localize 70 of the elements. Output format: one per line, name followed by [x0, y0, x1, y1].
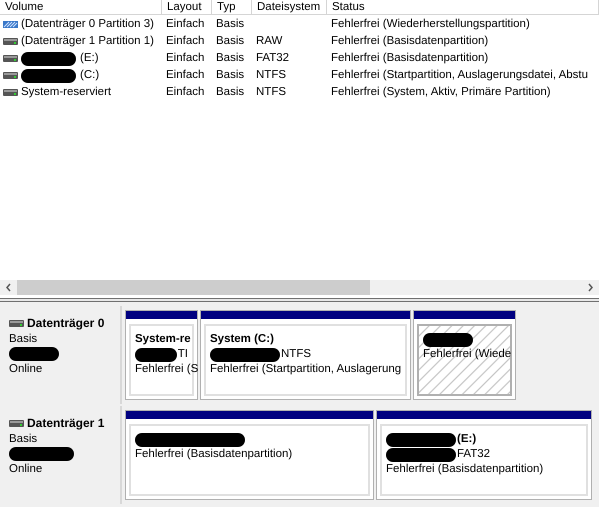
- redaction-mark: [386, 432, 456, 446]
- table-cell-text: Basis: [215, 34, 246, 49]
- column-header[interactable]: Typ: [212, 0, 252, 14]
- table-cell-text: (Datenträger 0 Partition 3): [21, 16, 154, 32]
- partition-text: TI: [178, 346, 188, 362]
- column-header[interactable]: Volume: [0, 0, 162, 14]
- partition-text: Fehlerfrei (Startpartition, Auslagerung: [210, 362, 402, 377]
- scrollbar-thumb[interactable]: [17, 280, 370, 295]
- table-cell-text: Einfach: [165, 16, 206, 32]
- table-cell-text: Einfach: [165, 84, 206, 100]
- partition-header-bar: [126, 311, 197, 321]
- disk-name: Datenträger 0: [27, 315, 104, 332]
- partition-text: System-re: [135, 332, 191, 347]
- partition-text: Fehlerfrei (Basisdatenpartition): [386, 462, 544, 477]
- partition-text: Fehlerfrei (S: [135, 362, 198, 377]
- table-cell-text: Einfach: [165, 34, 206, 49]
- drive-icon: [3, 89, 18, 96]
- table-cell-text: Basis: [215, 68, 246, 83]
- table-cell-text: Einfach: [165, 68, 206, 83]
- table-cell-text: Fehlerfrei (System, Aktiv, Primäre Partition): [330, 84, 552, 100]
- redaction-mark: [135, 348, 177, 362]
- partition[interactable]: (E:) FAT32 Fehlerfrei (Basisdatenpartition): [376, 410, 592, 500]
- redaction-mark: [210, 348, 280, 362]
- table-cell-text: System-reserviert: [21, 84, 112, 100]
- table-cell-text: Einfach: [165, 50, 206, 66]
- table-cell-text: Basis: [215, 84, 246, 100]
- table-cell-text: Basis: [215, 16, 246, 32]
- redaction-mark: [9, 347, 59, 361]
- drive-icon: [3, 38, 18, 45]
- redaction-mark: [386, 448, 456, 462]
- column-header[interactable]: Dateisystem: [252, 0, 327, 14]
- disk-type: Basis: [9, 332, 38, 346]
- drive-icon: [9, 320, 24, 326]
- disk-name: Datenträger 1: [27, 415, 104, 432]
- column-header[interactable]: Status: [327, 0, 599, 14]
- partition-text: Fehlerfrei (Basisdatenpartition): [135, 446, 292, 462]
- redaction-mark: [423, 332, 473, 346]
- disk-status: Online: [9, 462, 44, 476]
- table-cell-text: (C:): [80, 68, 100, 83]
- table-cell: NTFS: [256, 68, 286, 81]
- redaction-mark: [9, 447, 74, 461]
- partition[interactable]: Fehlerfrei (Basisdatenpartition): [125, 410, 374, 500]
- partition[interactable]: Fehlerfrei (Wiede: [413, 310, 516, 400]
- partition-text: (E:): [457, 432, 476, 447]
- table-cell-text: Fehlerfrei (Basisdatenpartition): [330, 50, 490, 66]
- disk-type: Basis: [9, 432, 38, 446]
- table-cell: FAT32: [256, 52, 290, 64]
- drive-icon: [9, 420, 24, 426]
- drive-icon: [3, 55, 18, 62]
- table-cell: RAW: [256, 34, 282, 47]
- partition-text: FAT32: [457, 446, 490, 462]
- table-cell-text: (E:): [80, 50, 99, 66]
- table-cell-text: Fehlerfrei (Basisdatenpartition): [330, 34, 490, 49]
- striped-drive-icon: [3, 21, 18, 28]
- partition[interactable]: System (C:) NTFS Fehlerfrei (Startpartition, Auslagerung: [200, 310, 411, 400]
- partition[interactable]: System-re TI Fehlerfrei (S: [125, 310, 198, 400]
- table-cell-text: Basis: [215, 50, 246, 66]
- redaction-mark: [21, 68, 76, 82]
- horizontal-scrollbar[interactable]: [0, 280, 599, 295]
- partition-text: Fehlerfrei (Wiede: [423, 346, 512, 362]
- table-cell-text: Fehlerfrei (Startpartition, Auslagerungsdatei, Abstu: [330, 68, 589, 83]
- disk-status: Online: [9, 362, 44, 376]
- partition-text: NTFS: [281, 346, 312, 362]
- column-header[interactable]: Layout: [162, 0, 212, 14]
- table-cell-text: (Datenträger 1 Partition 1): [21, 34, 154, 49]
- table-cell: NTFS: [256, 86, 286, 98]
- partition-text: System (C:): [210, 332, 274, 347]
- table-cell-text: Fehlerfrei (Wiederherstellungspartition): [330, 16, 531, 32]
- drive-icon: [3, 72, 18, 79]
- redaction-mark: [21, 52, 76, 66]
